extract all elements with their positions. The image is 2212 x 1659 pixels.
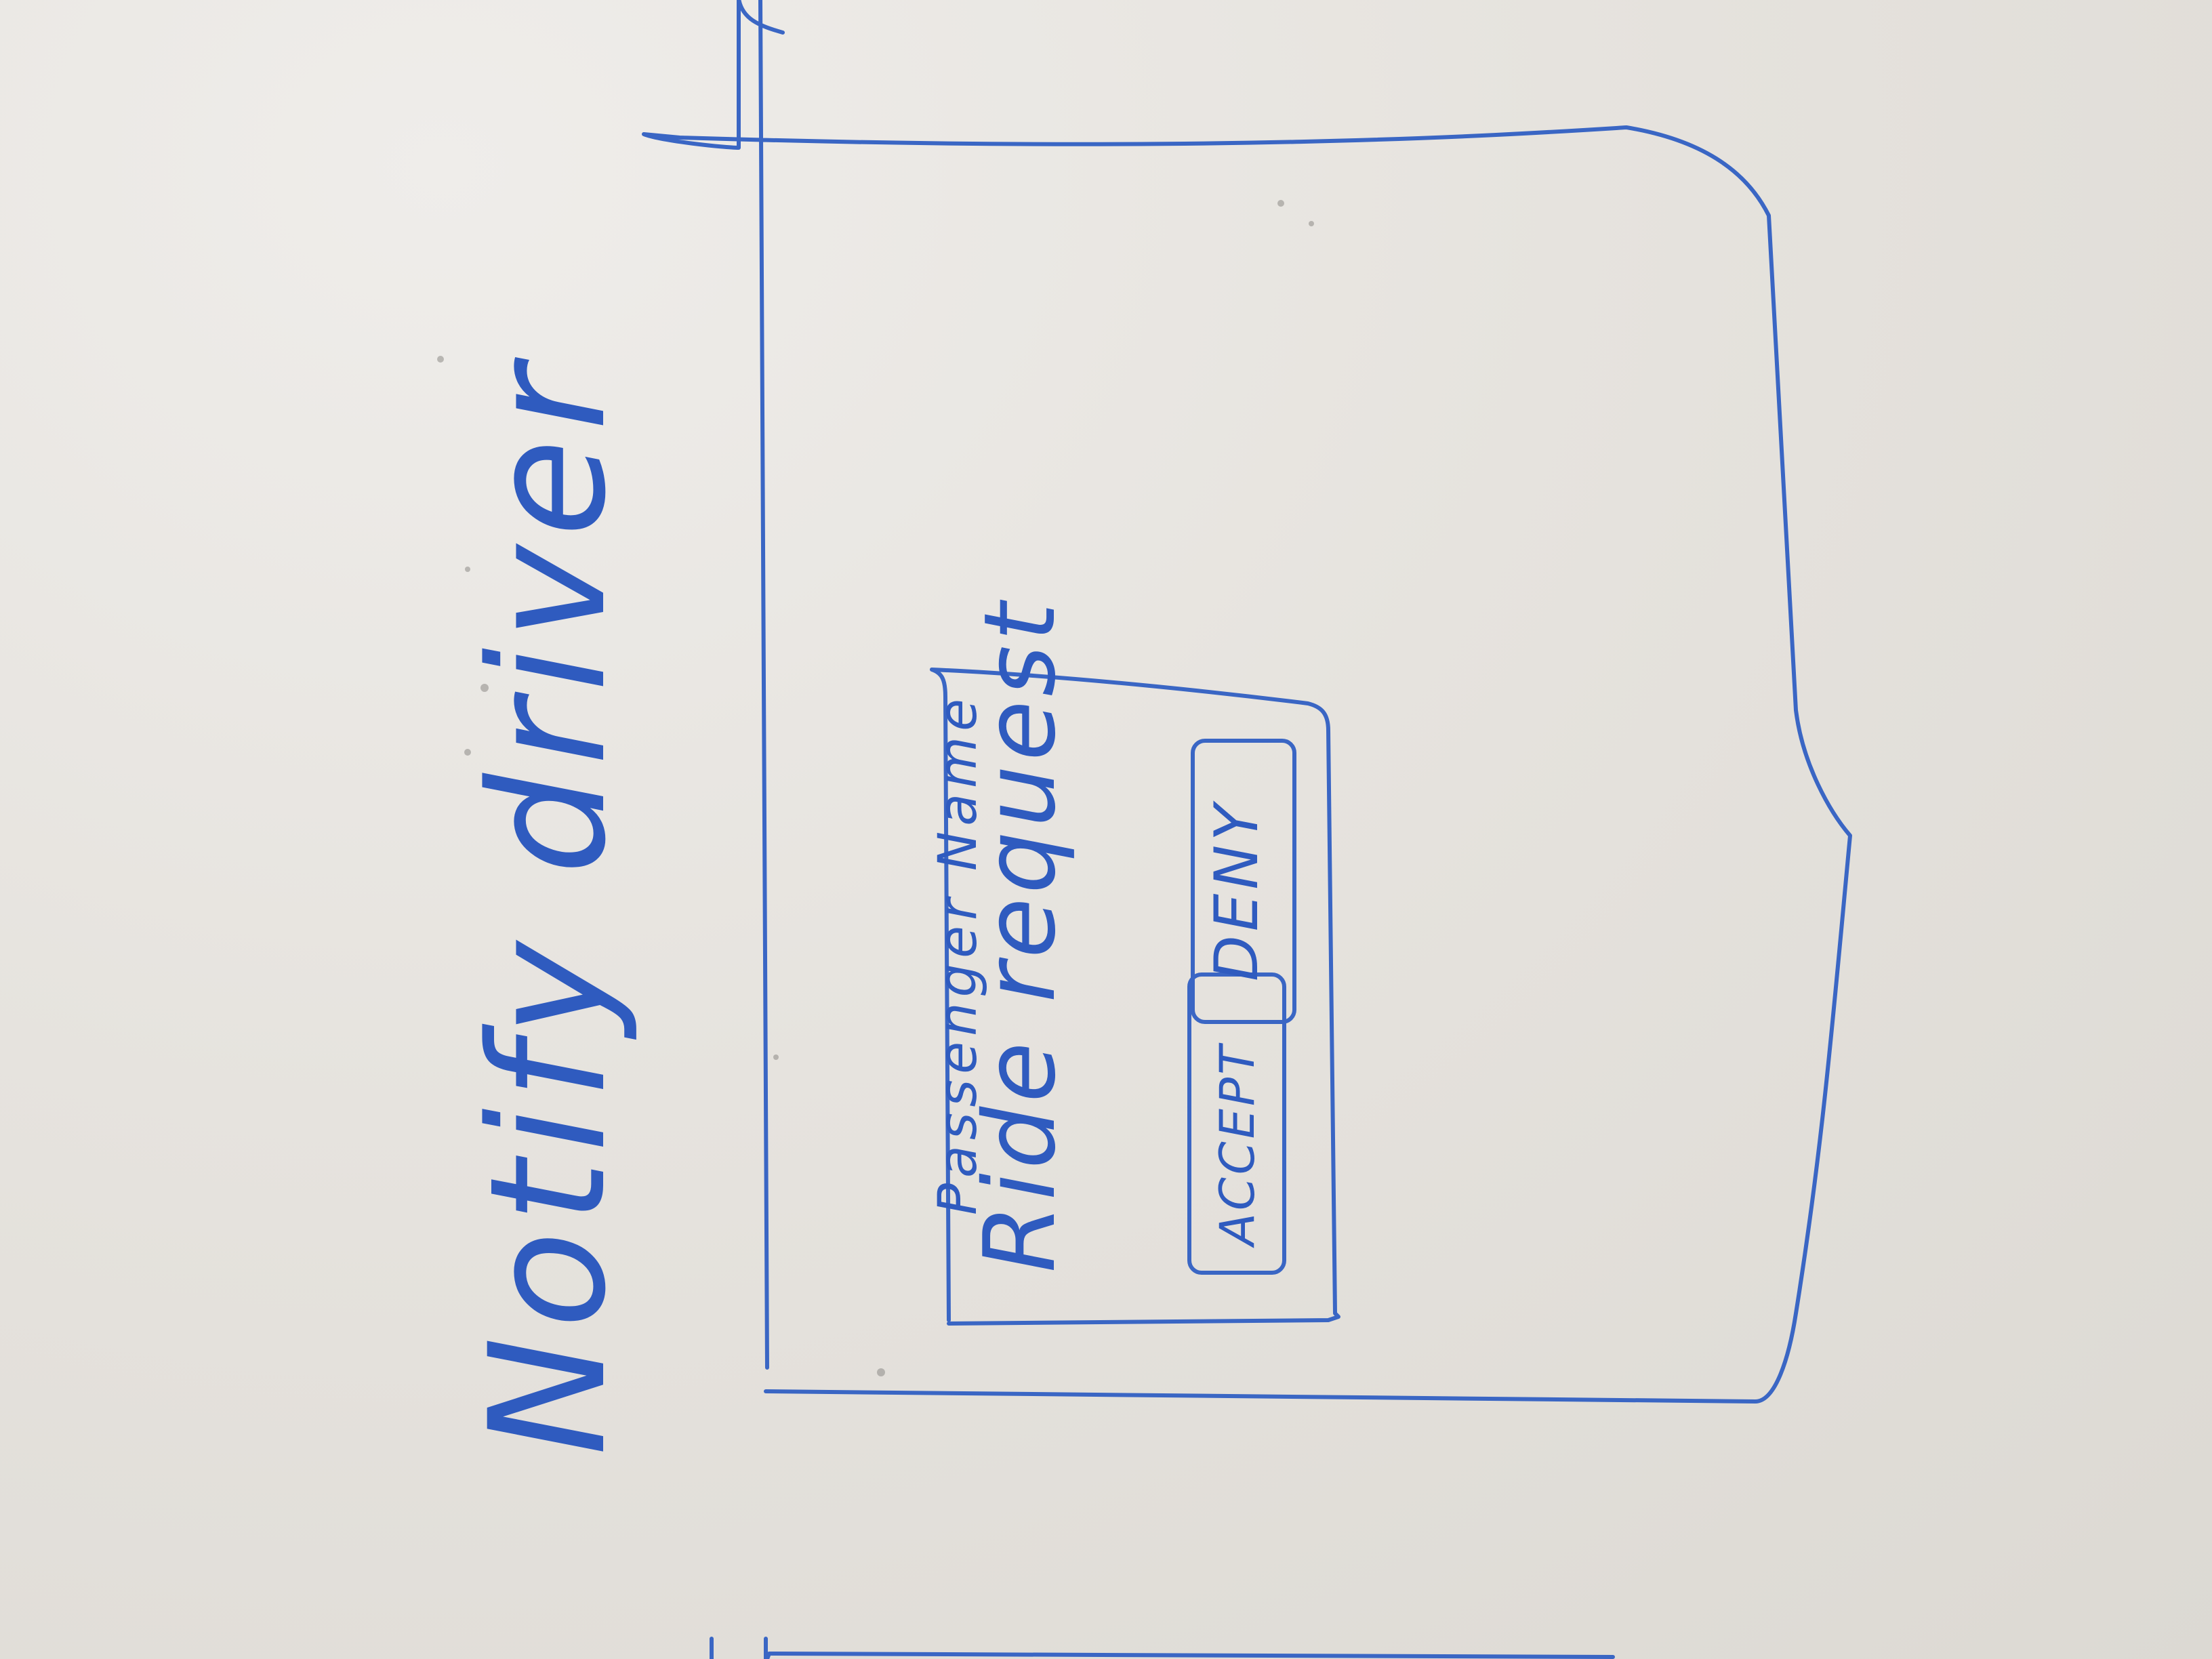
whiteboard: Notify driver Passenger Name Ride reques… xyxy=(437,0,1852,1659)
next-screen-outline-partial xyxy=(710,1637,768,1659)
adjacent-sketch-edge xyxy=(765,1652,1615,1659)
ride-request-dialog: Passenger Name Ride request xyxy=(928,598,1340,1326)
accept-button-label: ACCEPT xyxy=(1210,1042,1265,1248)
ride-request-label: Ride request xyxy=(963,598,1078,1273)
deny-button[interactable]: DENY xyxy=(1191,739,1296,1024)
sketch-title: Notify driver xyxy=(456,357,641,1456)
sketch-rotated: Notify driver Passenger Name Ride reques… xyxy=(456,0,1852,1659)
accept-button[interactable]: ACCEPT xyxy=(1187,972,1286,1275)
deny-button-label: DENY xyxy=(1202,800,1271,981)
